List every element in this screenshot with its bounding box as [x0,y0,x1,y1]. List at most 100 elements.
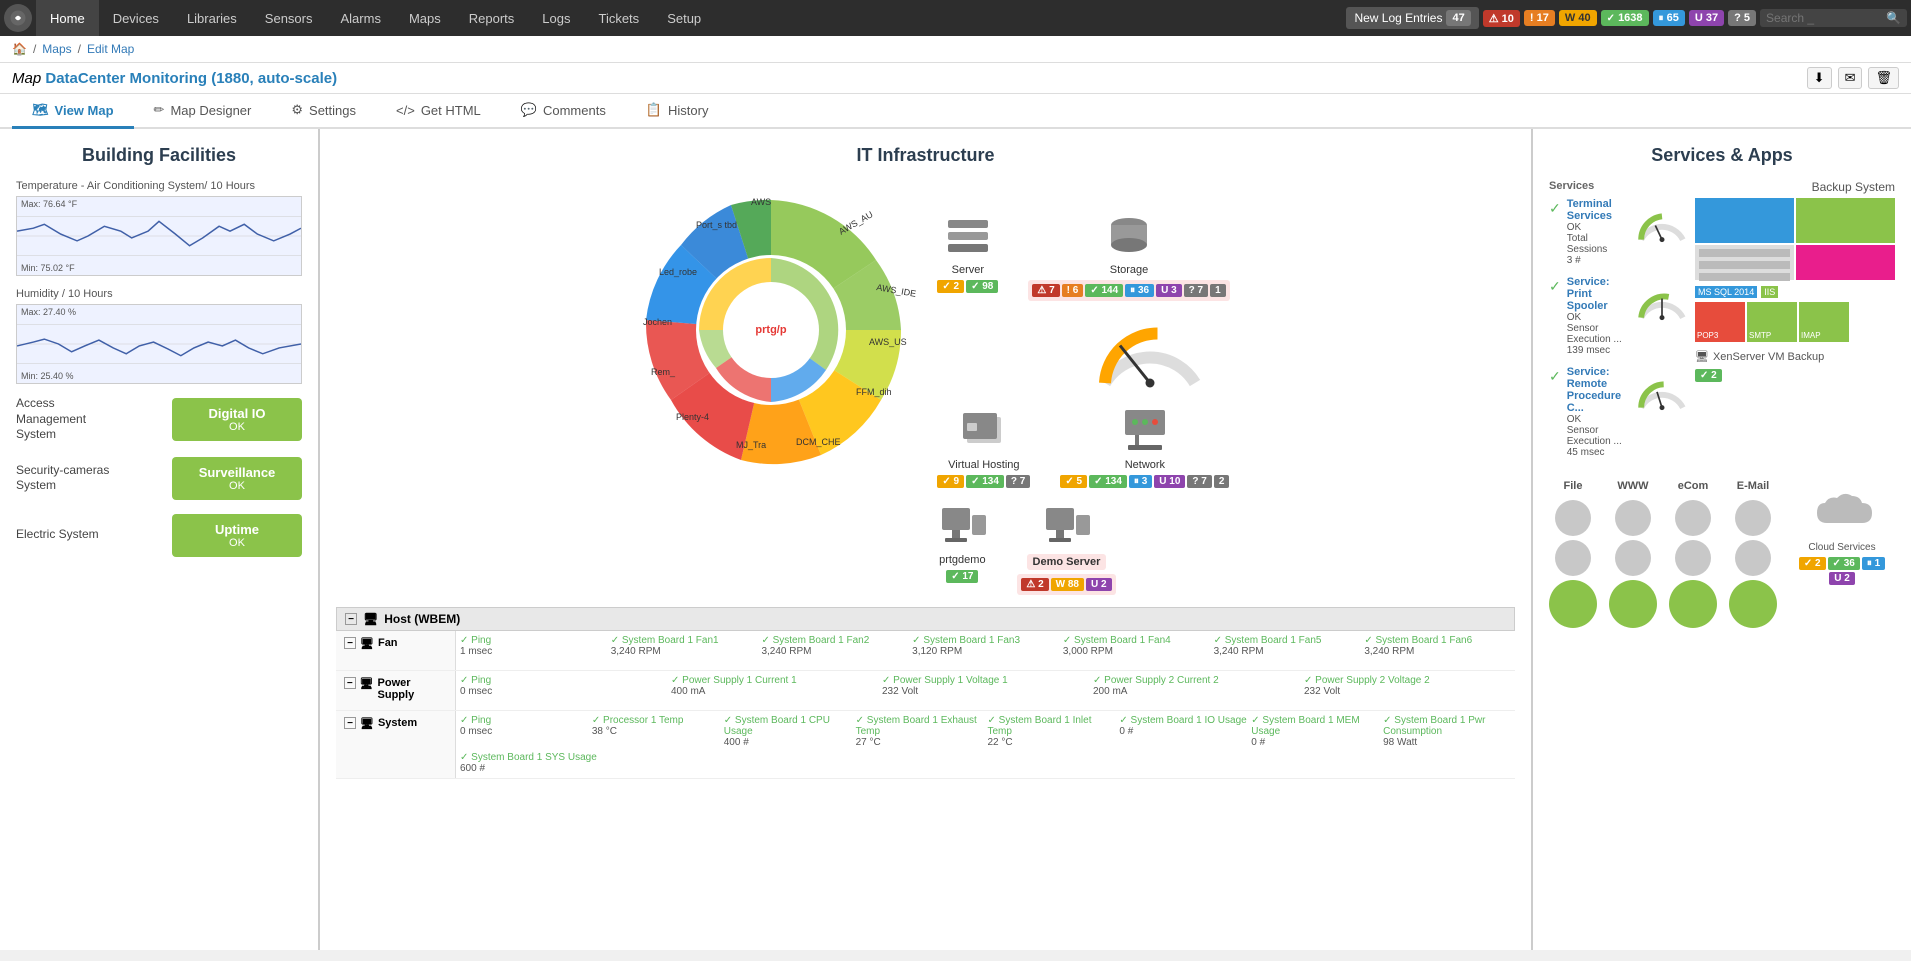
search-icon: 🔍 [1886,11,1901,25]
backup-tile-2 [1796,198,1895,243]
nav-sensors[interactable]: Sensors [251,0,327,36]
tab-view-map[interactable]: 🗺 View Map [12,94,134,129]
nav-maps[interactable]: Maps [395,0,455,36]
badge-unknown[interactable]: ? 5 [1728,10,1756,26]
badge-critical[interactable]: ⚠ 10 [1483,10,1520,27]
nav-setup[interactable]: Setup [653,0,715,36]
svg-text:Led_robe: Led_robe [659,267,697,277]
rpc-name[interactable]: Service: Remote Procedure C... [1567,366,1631,414]
it-infrastructure-title: IT Infrastructure [336,145,1515,166]
prtgdemo-badges: ✓ 17 [946,570,978,583]
log-entries-count: 47 [1446,10,1470,26]
wbem-row-fan: − 🖥 Fan ✓ Ping 1 msec ✓ System Board 1 F… [336,631,1515,671]
terminal-info: Terminal Services OK Total Sessions 3 # [1567,198,1631,266]
search-box[interactable]: 🔍 [1760,9,1907,27]
breadcrumb-maps[interactable]: Maps [42,42,71,56]
tabs-bar: 🗺 View Map ✏ Map Designer ⚙ Settings </>… [0,94,1911,129]
it-device-virtual-hosting[interactable]: Virtual Hosting ✓ 9 ✓ 134 ? 7 [937,405,1030,488]
wbem-cell: ✓ Ping 0 msec [460,675,667,706]
prtgdemo-icon [937,500,987,550]
fan-label: − 🖥 Fan [336,631,456,670]
wbem-cell: ✓ Processor 1 Temp 38 °C [592,715,720,748]
ecom-column: eCom [1669,480,1717,628]
collapse-icon[interactable]: − [345,613,357,625]
cloud-icon [1807,488,1877,538]
nav-alarms[interactable]: Alarms [327,0,395,36]
services-column: Services ✓ Terminal Services OK Total Se… [1549,180,1687,468]
temperature-chart-section: Temperature - Air Conditioning System/ 1… [16,180,302,276]
page-title: Map DataCenter Monitoring (1880, auto-sc… [12,70,337,87]
power-cells: ✓ Ping 0 msec ✓ Power Supply 1 Current 1… [456,671,1515,710]
tab-get-html[interactable]: </> Get HTML [376,94,501,129]
nav-devices[interactable]: Devices [99,0,173,36]
wbem-cell: ✓ System Board 1 SYS Usage 600 # [460,752,1511,774]
it-device-storage[interactable]: Storage ⚠ 7 ! 6 ✓ 144 ⏸ 36 U 3 ? 7 1 [1028,210,1229,301]
uptime-button[interactable]: Uptime OK [172,514,302,557]
server-icon [943,210,993,260]
home-icon[interactable]: 🏠 [12,42,27,56]
virtual-hosting-icon [959,405,1009,455]
nav-libraries[interactable]: Libraries [173,0,251,36]
system-collapse[interactable]: − [344,717,356,729]
backup-column: Backup System MS SQL 2014 IIS [1695,180,1895,468]
tab-map-designer[interactable]: ✏ Map Designer [134,94,272,129]
digital-io-button[interactable]: Digital IO OK [172,398,302,441]
right-panel-services: Services & Apps Services ✓ Terminal Serv… [1531,129,1911,950]
humidity-chart: Max: 27.40 % Min: 25.40 % [16,304,302,384]
badge-paused[interactable]: ⏸ 65 [1653,10,1685,26]
surveillance-button[interactable]: Surveillance OK [172,457,302,500]
file-column: File [1549,480,1597,628]
breadcrumb-edit-map[interactable]: Edit Map [87,42,134,56]
it-device-network[interactable]: Network ✓ 5 ✓ 134 ⏸ 3 U 10 ? 7 2 [1060,405,1229,488]
wbem-cell: ✓ System Board 1 Fan1 3,240 RPM [611,635,758,666]
search-input[interactable] [1766,11,1886,25]
access-management-label: Access Management System [16,396,126,443]
badge-warning[interactable]: ! 17 [1524,10,1555,26]
ecom-circle-3 [1669,580,1717,628]
it-device-prtgdemo[interactable]: prtgdemo ✓ 17 [937,500,987,595]
temp-max-label: Max: 76.64 °F [21,199,77,209]
badge-yellow[interactable]: W 40 [1559,10,1597,26]
it-device-server[interactable]: Server ✓ 2 ✓ 98 [937,210,998,301]
file-label: File [1564,480,1583,492]
print-name[interactable]: Service: Print Spooler [1567,276,1631,312]
nav-home[interactable]: Home [36,0,99,36]
fan-collapse[interactable]: − [344,637,356,649]
main-content: Building Facilities Temperature - Air Co… [0,129,1911,950]
log-entries-button[interactable]: New Log Entries 47 [1346,7,1478,29]
network-icon [1120,405,1170,455]
nav-tickets[interactable]: Tickets [584,0,653,36]
wbem-cell: ✓ System Board 1 Exhaust Temp 27 °C [856,715,984,748]
print-check-icon: ✓ [1549,278,1561,295]
tab-history[interactable]: 📋 History [626,94,729,129]
page-title-prefix: Map [12,70,41,87]
app-logo[interactable] [4,4,32,32]
rpc-check-icon: ✓ [1549,368,1561,385]
virtual-hosting-label: Virtual Hosting [948,459,1019,471]
file-circle-3 [1549,580,1597,628]
terminal-name[interactable]: Terminal Services [1567,198,1631,222]
temp-min-label: Min: 75.02 °F [21,263,75,273]
power-collapse[interactable]: − [344,677,356,689]
delete-button[interactable]: 🗑 [1868,67,1899,89]
wbem-cell: ✓ System Board 1 Fan2 3,240 RPM [761,635,908,666]
badge-unusual[interactable]: U 37 [1689,10,1724,26]
wbem-cell: ✓ Power Supply 2 Voltage 2 232 Volt [1304,675,1511,706]
email-button[interactable]: ✉ [1838,67,1863,89]
iis-label: IIS [1761,286,1778,298]
file-circle-2 [1555,540,1591,576]
badge-up[interactable]: ✓ 1638 [1601,10,1649,26]
tab-comments[interactable]: 💬 Comments [501,94,626,129]
tab-settings[interactable]: ⚙ Settings [271,94,376,129]
svg-text:prtg/p: prtg/p [756,324,787,336]
nav-reports[interactable]: Reports [455,0,529,36]
download-button[interactable]: ⬇ [1807,67,1832,89]
wbem-cell: ✓ System Board 1 Fan6 3,240 RPM [1364,635,1511,666]
system-icon: 🖥 [360,717,374,730]
xen-icon: 🖥 [1695,350,1709,363]
www-column: WWW [1609,480,1657,628]
www-circle-1 [1615,500,1651,536]
xen-badge[interactable]: ✓ 2 [1695,369,1722,382]
it-device-demo-server[interactable]: Demo Server ⚠ 2 W 88 U 2 [1017,500,1115,595]
nav-logs[interactable]: Logs [528,0,584,36]
